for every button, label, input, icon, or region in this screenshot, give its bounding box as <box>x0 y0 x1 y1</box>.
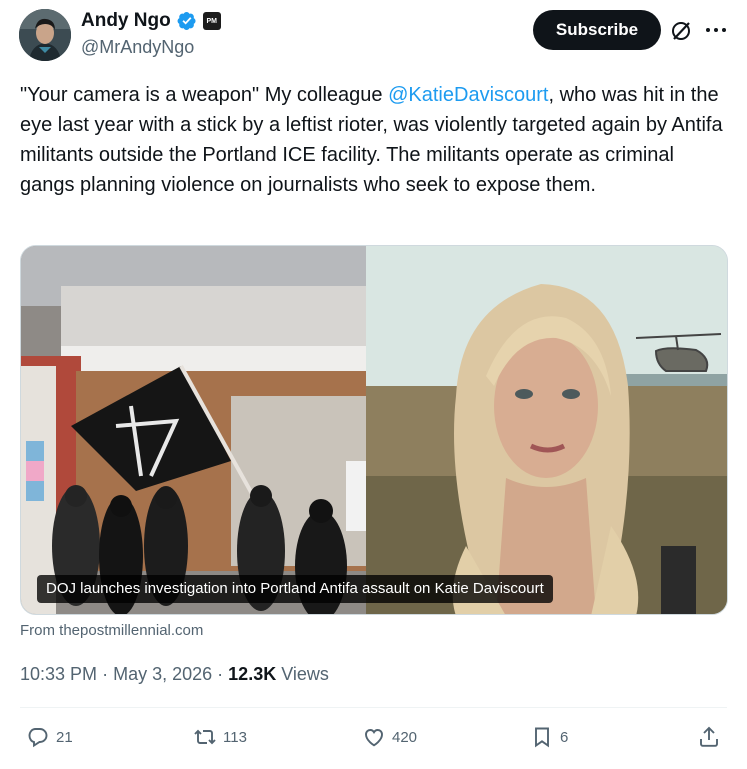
author-handle[interactable]: @MrAndyNgo <box>81 37 194 58</box>
share-button[interactable] <box>697 725 721 749</box>
author-display-name[interactable]: Andy Ngo <box>81 10 171 32</box>
media-card[interactable]: DOJ launches investigation into Portland… <box>20 245 728 615</box>
bookmark-count: 6 <box>560 728 569 746</box>
more-horizontal-icon[interactable] <box>703 18 729 42</box>
meta-separator: · <box>217 664 224 684</box>
avatar[interactable] <box>19 9 71 61</box>
author-name-row: Andy Ngo PM <box>81 10 221 32</box>
meta-separator: · <box>102 664 109 684</box>
repost-button[interactable]: 113 <box>193 725 247 749</box>
tweet-card: Andy Ngo PM @MrAndyNgo Subscribe "Your c… <box>0 0 747 769</box>
repost-count: 113 <box>223 728 247 746</box>
affiliate-badge[interactable]: PM <box>202 12 221 30</box>
bookmark-icon <box>535 727 549 748</box>
protest-photo[interactable] <box>21 246 366 615</box>
verified-badge-icon[interactable] <box>177 11 197 31</box>
reply-button[interactable]: 21 <box>26 725 73 749</box>
tweet-time[interactable]: 10:33 PM <box>20 664 97 684</box>
views-count: 12.3K <box>228 664 277 684</box>
media-caption: DOJ launches investigation into Portland… <box>37 575 553 603</box>
like-count: 420 <box>392 728 418 746</box>
repost-icon <box>194 729 216 745</box>
like-button[interactable]: 420 <box>362 725 417 749</box>
avatar-image <box>19 9 71 61</box>
views-label: Views <box>281 664 329 684</box>
grok-icon[interactable] <box>669 19 693 43</box>
subscribe-button[interactable]: Subscribe <box>533 10 661 50</box>
tweet-meta: 10:33 PM · May 3, 2026 · 12.3K Views <box>20 664 329 685</box>
tweet-date[interactable]: May 3, 2026 <box>113 664 212 684</box>
share-icon <box>700 726 718 747</box>
tweet-text: "Your camera is a weapon" My colleague @… <box>20 80 725 200</box>
divider <box>20 707 727 708</box>
source-link[interactable]: From thepostmillennial.com <box>20 622 203 639</box>
mention-link[interactable]: @KatieDaviscourt <box>388 84 548 106</box>
heart-icon <box>365 729 383 747</box>
reply-icon <box>28 728 48 748</box>
bookmark-button[interactable]: 6 <box>530 725 568 749</box>
tweet-text-before: "Your camera is a weapon" My colleague <box>20 84 389 106</box>
portrait-photo[interactable] <box>366 246 728 615</box>
reply-count: 21 <box>56 728 73 746</box>
